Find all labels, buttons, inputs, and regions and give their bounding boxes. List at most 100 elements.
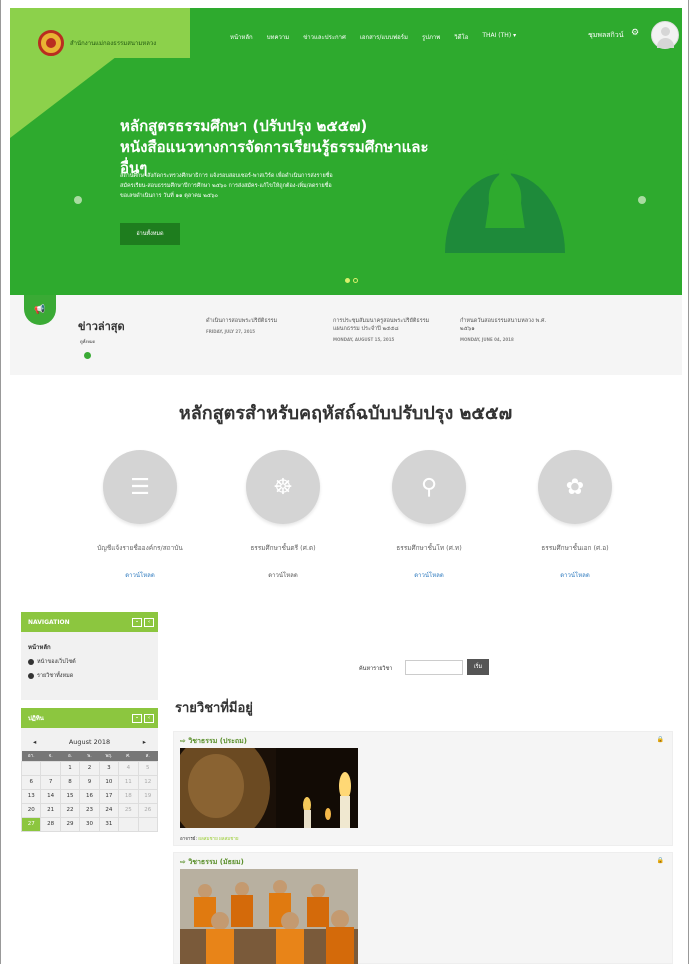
dharma-wheel-icon[interactable]: ☸ [246,450,320,524]
calendar-day[interactable]: 24 [98,802,120,818]
news-item[interactable]: ดำเนินการสอบพระปริยัติธรรม FRIDAY, JULY … [206,317,277,336]
calendar-day[interactable]: 5 [137,760,159,776]
calendar-day[interactable]: 7 [40,774,61,790]
curriculum-label: ธรรมศึกษาชั้นโท (ศ.ท) [396,544,462,552]
calendar-day[interactable]: 25 [118,802,139,818]
navigation-block-header: NAVIGATION – ‹ [21,612,158,632]
read-all-button[interactable]: อ่านทั้งหมด [120,223,180,245]
slider-dots [345,278,358,283]
news-item[interactable]: การประชุมสัมมนาครูสอนพระปริยัติธรรม แผนก… [333,317,429,344]
language-dropdown[interactable]: THAI (TH) ▾ [482,32,516,42]
calendar-day[interactable]: 4 [118,760,139,776]
news-item[interactable]: กำหนดวันสอบธรรมสนามหลวง พ.ศ. ๒๕๖๑ MONDAY… [460,317,546,344]
course-name[interactable]: ⇨ วิชาธรรม (ประถม) [180,736,247,747]
calendar-grid: อา. จ. อ. พ. พฤ. ศ. ส. 1 2 3 4 5 6 7 8 9… [20,751,159,832]
courses-title: รายวิชาที่มีอยู่ [175,701,253,716]
site-name[interactable]: สำนักงานแม่กองธรรมสนามหลวง [70,38,156,48]
slider-prev-icon[interactable] [74,196,82,204]
calendar-day[interactable]: 14 [40,788,61,804]
calendar: ◂ August 2018 ▸ อา. จ. อ. พ. พฤ. ศ. ส. 1 [20,728,159,832]
next-month-icon[interactable]: ▸ [143,738,146,746]
slider-dot[interactable] [345,278,350,283]
calendar-day [40,760,61,776]
calendar-day[interactable]: 11 [118,774,139,790]
calendar-day[interactable]: 23 [79,802,100,818]
nav-videos[interactable]: วิดีโอ [454,32,468,42]
course-search-input[interactable] [405,660,463,675]
calendar-day[interactable]: 30 [79,816,100,832]
calendar-day[interactable]: 21 [40,802,61,818]
nav-articles[interactable]: บทความ [267,32,289,42]
calendar-day[interactable]: 8 [59,774,81,790]
calendar-day [20,760,42,776]
info-icon[interactable] [84,352,91,359]
dock-icon[interactable]: – [132,713,142,723]
calendar-day[interactable]: 3 [98,760,120,776]
calendar-day[interactable]: 18 [118,788,139,804]
download-link[interactable]: ดาวน์โหลด [60,570,220,580]
calendar-day[interactable]: 17 [98,788,120,804]
site-logo[interactable] [38,30,64,56]
course-card: ⇨ วิชาธรรม (มัธยม) 🔒 [173,852,673,964]
dock-icon[interactable]: – [132,617,142,627]
calendar-day[interactable]: 1 [59,760,81,776]
nav-home[interactable]: หน้าหลัก [230,32,253,42]
course-search-label: ค้นหารายวิชา [359,666,393,672]
collapse-icon[interactable]: ‹ [144,617,154,627]
calendar-day[interactable]: 20 [20,802,42,818]
course-search-button[interactable]: เริ่ม [467,659,489,675]
avatar[interactable] [651,21,679,49]
prev-month-icon[interactable]: ◂ [33,738,36,746]
download-link[interactable]: ดาวน์โหลด [349,570,509,580]
gear-icon[interactable]: ⚙ [631,28,639,38]
calendar-day-today[interactable]: 27 [20,816,42,832]
meditation-icon[interactable]: ⚲ [392,450,466,524]
nav-photos[interactable]: รูปภาพ [422,32,440,42]
calendar-day[interactable]: 29 [59,816,81,832]
course-name[interactable]: ⇨ วิชาธรรม (มัธยม) [180,857,244,868]
lotus-icon[interactable]: ✿ [538,450,612,524]
calendar-day[interactable]: 28 [40,816,61,832]
calendar-month: August 2018 [68,738,111,746]
lock-icon: 🔒 [656,857,664,864]
user-name[interactable]: ชุมพลสกิวน์ [588,30,624,41]
slide-description: สถานศึกษาสังกัดกระทรวงศึกษาธิการ แจ้งรอบ… [120,173,333,199]
download-link[interactable]: ดาวน์โหลด [495,570,655,580]
nav-site-pages[interactable]: หน้าของเว็บไซต์ [28,658,151,666]
stupa-icon [445,148,565,253]
calendar-day[interactable]: 6 [20,774,42,790]
teacher-link[interactable]: ผลสมชาย ผลสมชาย [198,837,238,842]
nav-documents[interactable]: เอกสาร/แบบฟอร์ม [360,32,408,42]
nav-news[interactable]: ข่าวและประกาศ [303,32,346,42]
slider-next-icon[interactable] [638,196,646,204]
calendar-day[interactable]: 19 [137,788,159,804]
calendar-day[interactable]: 13 [20,788,42,804]
lock-icon: 🔒 [656,736,664,743]
list-icon[interactable]: ☰ [103,450,177,524]
calendar-day[interactable]: 15 [59,788,81,804]
nav-home-link[interactable]: หน้าหลัก [28,642,151,652]
calendar-day[interactable]: 10 [98,774,120,790]
weekday: อา. [21,751,41,761]
calendar-day[interactable]: 16 [79,788,100,804]
calendar-day[interactable]: 31 [98,816,120,832]
calendar-day[interactable]: 12 [137,774,159,790]
calendar-day[interactable]: 22 [59,802,81,818]
slider-dot[interactable] [353,278,358,283]
download-link[interactable]: ดาวน์โหลด [203,570,363,580]
page: สำนักงานแม่กองธรรมสนามหลวง หน้าหลัก บทคว… [0,0,689,964]
calendar-day[interactable]: 26 [137,802,159,818]
slide-title: หลักสูตรธรรมศึกษา (ปรับปรุง ๒๕๕๗) หนังสื… [120,117,429,177]
navigation-block: หน้าหลัก หน้าของเว็บไซต์ รายวิชาทั้งหมด [21,632,158,700]
news-title: ข่าวล่าสุด [78,320,125,333]
course-image-candles[interactable] [180,748,358,828]
collapse-icon[interactable]: ‹ [144,713,154,723]
calendar-day[interactable]: 2 [79,760,100,776]
weekday: พฤ. [99,751,119,761]
bullet-icon [28,659,34,665]
news-view-all[interactable]: ดูทั้งหมด [80,338,95,345]
nav-all-courses[interactable]: รายวิชาทั้งหมด [28,672,151,680]
course-image-monks[interactable] [180,869,358,964]
calendar-day[interactable]: 9 [79,774,100,790]
course-teacher: อาจารย์: ผลสมชาย ผลสมชาย [180,837,239,842]
